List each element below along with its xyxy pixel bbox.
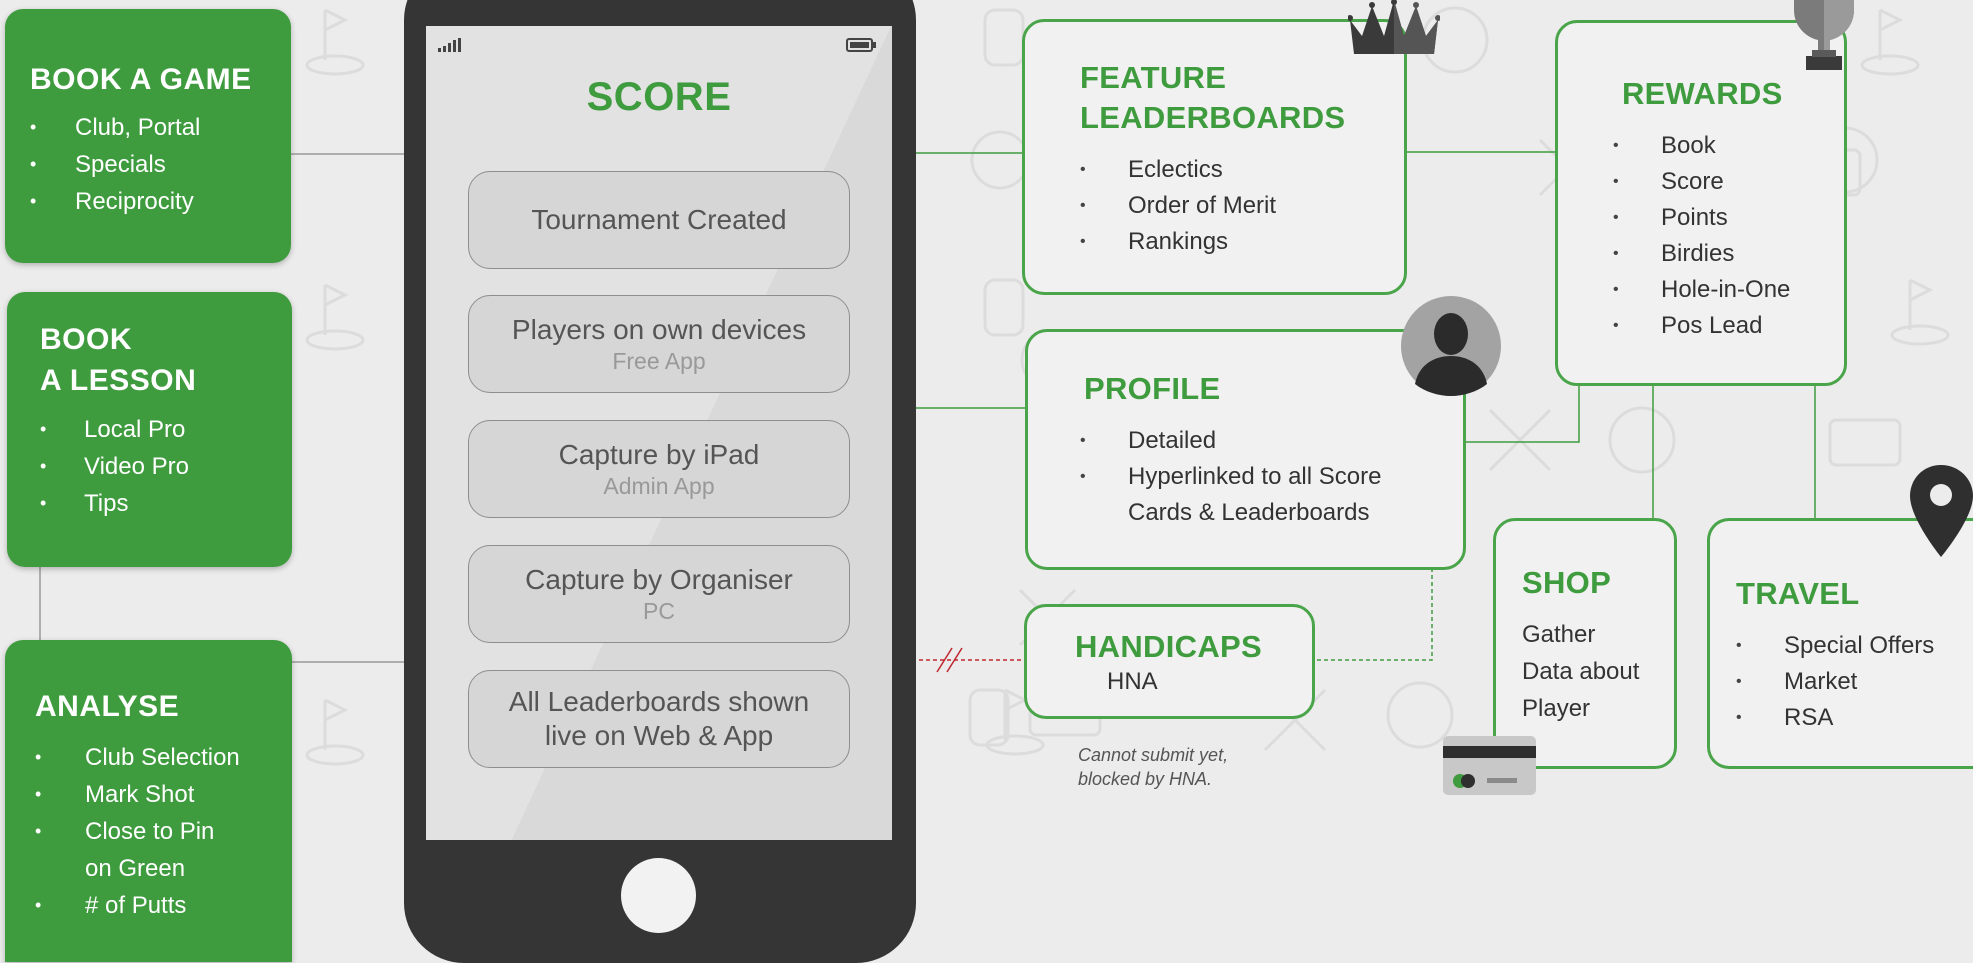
- book-game-title: BOOK A GAME: [30, 63, 252, 96]
- list-item: Reciprocity: [30, 183, 291, 220]
- profile-card[interactable]: PROFILE Detailed Hyperlinked to all Scor…: [1025, 329, 1466, 570]
- list-item: Score: [1613, 164, 1844, 200]
- flag-icon: [305, 698, 365, 766]
- book-game-card[interactable]: BOOK A GAME Club, Portal Specials Recipr…: [5, 9, 291, 263]
- avatar-icon: [1401, 296, 1501, 396]
- button-sublabel: PC: [643, 598, 675, 624]
- shop-line: Data about: [1522, 658, 1640, 685]
- flag-icon: [305, 8, 365, 76]
- book-lesson-title-line2: A LESSON: [40, 364, 197, 397]
- analyse-card[interactable]: ANALYSE Club Selection Mark Shot Close t…: [5, 640, 292, 962]
- list-item: Specials: [30, 146, 291, 183]
- tournament-created-button[interactable]: Tournament Created: [468, 171, 850, 269]
- rewards-card[interactable]: REWARDS Book Score Points Birdies Hole-i…: [1555, 20, 1847, 386]
- button-sublabel: Free App: [612, 348, 706, 374]
- blocked-note: Cannot submit yet, blocked by HNA.: [1078, 743, 1228, 791]
- handicaps-sub: HNA: [1107, 668, 1158, 695]
- shop-card[interactable]: SHOP Gather Data about Player: [1493, 518, 1677, 769]
- trophy-icon: [1794, 0, 1854, 70]
- list-item: Points: [1613, 200, 1844, 236]
- button-label: All Leaderboards shown: [508, 686, 810, 717]
- flag-icon: [305, 283, 365, 351]
- location-pin-icon: [1910, 465, 1973, 557]
- list-item: Rankings: [1080, 224, 1404, 260]
- handicaps-card[interactable]: HANDICAPS HNA: [1024, 604, 1315, 719]
- flag-icon: [1860, 8, 1920, 76]
- capture-ipad-button[interactable]: Capture by iPad Admin App: [468, 420, 850, 518]
- button-label: Capture by iPad: [558, 439, 760, 470]
- book-lesson-title-line1: BOOK: [40, 323, 132, 356]
- battery-icon: [846, 38, 876, 52]
- list-item: Club Selection: [35, 739, 292, 776]
- button-label: Players on own devices: [511, 314, 807, 345]
- list-item: Hole-in-One: [1613, 272, 1844, 308]
- leaderboards-title-line1: FEATURE: [1080, 60, 1227, 95]
- list-item: Close to Pin: [35, 813, 292, 850]
- button-label: Capture by Organiser: [525, 564, 793, 595]
- note-line: Cannot submit yet,: [1078, 745, 1229, 765]
- travel-title: TRAVEL: [1736, 576, 1860, 611]
- button-label: Tournament Created: [531, 204, 787, 235]
- list-item: Pos Lead: [1613, 308, 1844, 344]
- players-own-devices-button[interactable]: Players on own devices Free App: [468, 295, 850, 393]
- shop-title: SHOP: [1522, 565, 1612, 600]
- list-item: Book: [1613, 128, 1844, 164]
- button-label: live on Web & App: [544, 720, 774, 751]
- list-item: Cards & Leaderboards: [1128, 499, 1370, 526]
- note-line: blocked by HNA.: [1078, 769, 1213, 789]
- shop-line: Player: [1522, 695, 1591, 722]
- book-lesson-card[interactable]: BOOK A LESSON Local Pro Video Pro Tips: [7, 292, 292, 567]
- list-item: Club, Portal: [30, 109, 291, 146]
- signal-icon: [438, 38, 461, 52]
- flag-icon: [1890, 278, 1950, 346]
- list-item: Tips: [40, 485, 292, 522]
- crown-icon: [1348, 0, 1440, 54]
- list-item: Video Pro: [40, 448, 292, 485]
- list-item: Birdies: [1613, 236, 1844, 272]
- list-item: Detailed: [1080, 423, 1463, 459]
- list-item: Hyperlinked to all Score: [1080, 459, 1463, 495]
- leaderboards-card[interactable]: FEATURE LEADERBOARDS Eclectics Order of …: [1022, 19, 1407, 295]
- list-item: Market: [1736, 664, 1973, 700]
- list-item: Order of Merit: [1080, 188, 1404, 224]
- list-item: Mark Shot: [35, 776, 292, 813]
- list-item: RSA: [1736, 700, 1973, 736]
- list-item: Local Pro: [40, 411, 292, 448]
- list-item: on Green: [85, 855, 186, 882]
- button-sublabel: Admin App: [603, 473, 715, 499]
- credit-card-icon: [1443, 736, 1536, 795]
- list-item: # of Putts: [35, 887, 292, 924]
- list-item: Eclectics: [1080, 152, 1404, 188]
- capture-organiser-button[interactable]: Capture by Organiser PC: [468, 545, 850, 643]
- home-button[interactable]: [621, 858, 696, 933]
- analyse-title: ANALYSE: [35, 690, 180, 723]
- shop-line: Gather: [1522, 621, 1596, 648]
- handicaps-title: HANDICAPS: [1075, 629, 1262, 664]
- leaderboards-title-line2: LEADERBOARDS: [1080, 100, 1346, 135]
- all-leaderboards-button[interactable]: All Leaderboards shown live on Web & App: [468, 670, 850, 768]
- list-item: Special Offers: [1736, 628, 1973, 664]
- rewards-title: REWARDS: [1622, 76, 1783, 111]
- score-title: SCORE: [586, 75, 732, 119]
